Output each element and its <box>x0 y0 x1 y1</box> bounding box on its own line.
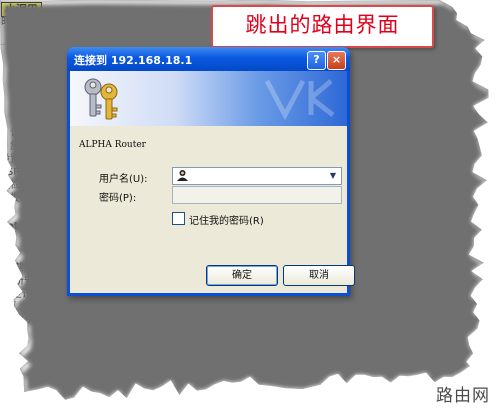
page-text-line: 设置必须与您的 <box>0 154 70 165</box>
keys-icon <box>84 78 118 120</box>
site-watermark: 路由网 <box>436 386 490 406</box>
page-text-line: net 选项. <box>0 221 46 232</box>
page-text-line: 动发现网络连接 <box>0 193 70 204</box>
banner-watermark-icon <box>264 79 335 121</box>
page-text-line: 项。在 "高级" 选项卡 <box>6 302 102 313</box>
help-button[interactable]: ? <box>307 51 326 70</box>
page-text-line: t. <box>0 234 9 245</box>
annotation-text: 跳出的路由界面 <box>245 13 400 37</box>
ok-button[interactable]: 确定 <box>206 265 278 286</box>
page-header-text: 时问题，或者您需要 调整 <box>1 17 115 28</box>
close-button[interactable]: × <box>327 51 346 70</box>
page-text-line: ，然后单击 Int <box>0 141 67 152</box>
page-text-line: (ISP) 提供的一 <box>0 167 67 178</box>
password-field[interactable] <box>172 186 342 204</box>
remember-password-checkbox[interactable] <box>172 212 185 225</box>
page-text-line: 击帮助菜单，然 <box>4 263 74 274</box>
chevron-down-icon[interactable]: ▼ <box>327 169 339 182</box>
dialog-client-area: ALPHA Router 用户名(U): ▼ 密码(P): 记住我的密码(R) … <box>70 71 355 293</box>
page-text-line: 恐所安装的安全 <box>4 276 74 287</box>
page-text-line: 状检测。您可能 <box>0 180 70 191</box>
annotation-callout: 跳出的路由界面 <box>211 5 434 48</box>
page-text-line: 定. <box>0 247 14 258</box>
page-divider <box>0 44 210 45</box>
password-label: 密码(P): <box>99 193 137 204</box>
dialog-titlebar[interactable]: 连接到 192.168.18.1 ? × <box>67 47 350 71</box>
page-text-line: 0、SSL 3.0、TLS 1.0。 <box>2 315 113 326</box>
cancel-button[interactable]: 取消 <box>283 265 355 286</box>
router-name: ALPHA Router <box>79 140 146 150</box>
page-text-line: t, 请确认其按 <box>0 128 61 139</box>
user-icon <box>177 170 188 181</box>
login-dialog: 连接到 192.168.18.1 ? × ALPHA Router 用户名(U)… <box>67 47 355 296</box>
dialog-title: 连接到 192.168.18.1 <box>74 54 193 67</box>
remember-password-label[interactable]: 记住我的密码(R) <box>189 212 264 227</box>
dialog-banner <box>70 71 347 126</box>
username-label: 用户名(U): <box>99 174 148 185</box>
username-combobox[interactable]: ▼ <box>172 167 342 185</box>
page-header-label: 小泥巴 <box>1 2 42 17</box>
